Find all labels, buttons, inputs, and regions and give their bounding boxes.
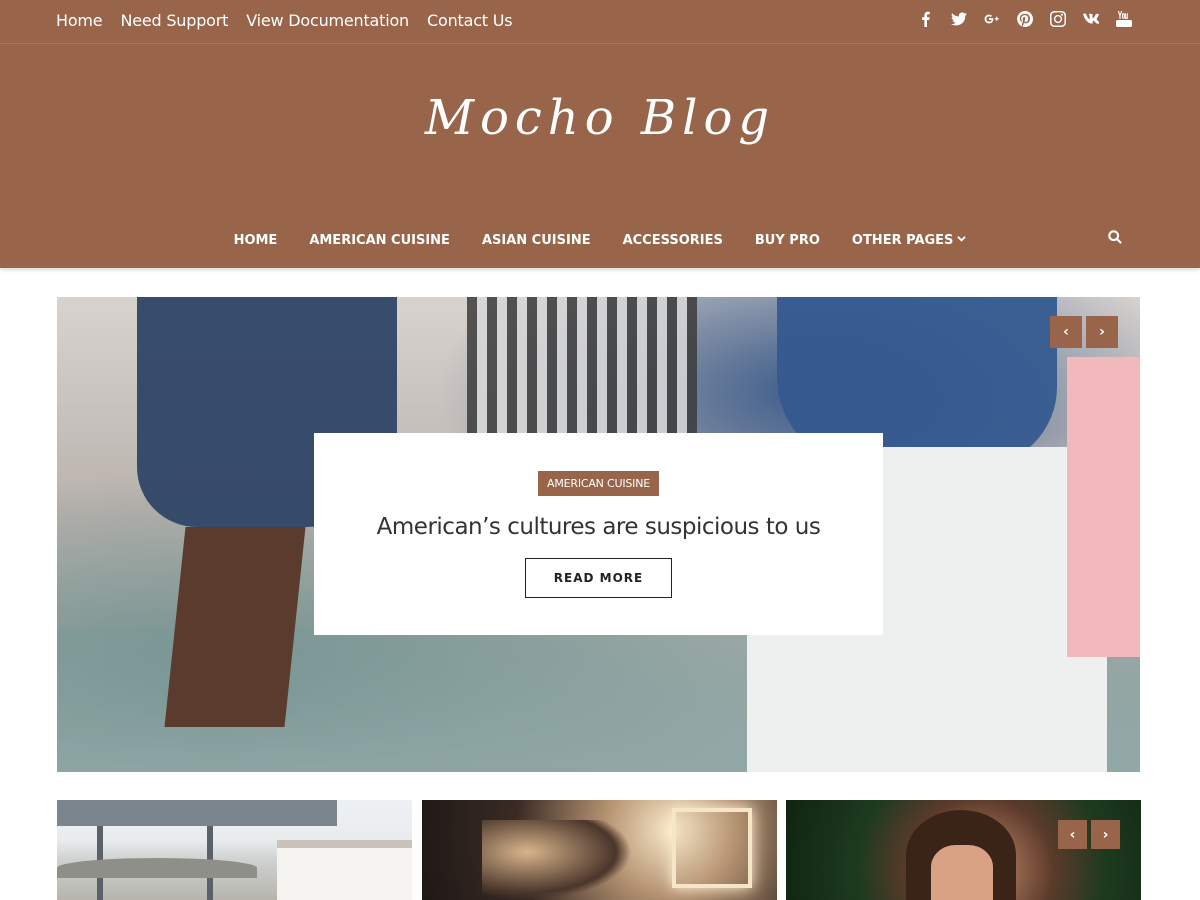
hero-image-detail [1067, 357, 1140, 657]
top-links: Home Need Support View Documentation Con… [56, 0, 513, 40]
youtube-icon[interactable] [1114, 9, 1134, 29]
site-logo[interactable]: Mocho Blog [0, 90, 1200, 146]
read-more-button[interactable]: READ MORE [524, 558, 673, 598]
post-thumbnail[interactable] [422, 800, 777, 900]
google-plus-icon[interactable] [982, 9, 1002, 29]
pinterest-icon[interactable] [1015, 9, 1035, 29]
thumbnail-detail [482, 820, 632, 900]
instagram-icon[interactable] [1048, 9, 1068, 29]
thumbnail-detail [277, 840, 412, 900]
nav-item-other-pages-label[interactable]: OTHER PAGES [852, 233, 954, 248]
main-menu: HOME AMERICAN CUISINE ASIAN CUISINE ACCE… [0, 212, 1200, 268]
thumb-next-button[interactable]: › [1091, 820, 1120, 849]
chevron-down-icon [957, 234, 967, 246]
thumbnail-detail [931, 845, 993, 900]
thumb-prev-button[interactable]: ‹ [1058, 820, 1087, 849]
social-links [916, 0, 1134, 38]
thumbnail-detail [57, 800, 337, 826]
nav-item-buy-pro[interactable]: BUY PRO [755, 233, 820, 248]
featured-post-card: AMERICAN CUISINE American’s cultures are… [314, 433, 883, 635]
nav-item-american-cuisine[interactable]: AMERICAN CUISINE [309, 233, 450, 248]
slider-next-button[interactable]: › [1086, 316, 1118, 348]
top-bar: Home Need Support View Documentation Con… [0, 0, 1200, 44]
vk-icon[interactable] [1081, 9, 1101, 29]
post-title[interactable]: American’s cultures are suspicious to us [314, 514, 883, 540]
top-link-view-documentation[interactable]: View Documentation [246, 11, 409, 30]
nav-item-accessories[interactable]: ACCESSORIES [623, 233, 723, 248]
post-thumbnail[interactable]: ‹ › [786, 800, 1141, 900]
twitter-icon[interactable] [949, 9, 969, 29]
hero-slider-arrows: ‹ › [1050, 316, 1118, 348]
site-header: Mocho Blog [0, 44, 1200, 212]
top-link-need-support[interactable]: Need Support [120, 11, 228, 30]
thumbnail-detail [672, 808, 752, 888]
nav-item-other-pages[interactable]: OTHER PAGES [852, 233, 967, 248]
main-nav: HOME AMERICAN CUISINE ASIAN CUISINE ACCE… [0, 212, 1200, 268]
thumbnail-detail [57, 858, 257, 878]
thumb-slider-arrows: ‹ › [1058, 820, 1120, 849]
post-thumbnail[interactable] [57, 800, 412, 900]
hero-image-detail [164, 527, 306, 727]
nav-item-home[interactable]: HOME [234, 233, 278, 248]
search-icon[interactable] [1108, 230, 1128, 250]
facebook-icon[interactable] [916, 9, 936, 29]
slider-prev-button[interactable]: ‹ [1050, 316, 1082, 348]
nav-item-asian-cuisine[interactable]: ASIAN CUISINE [482, 233, 591, 248]
top-link-home[interactable]: Home [56, 11, 103, 30]
post-category-badge[interactable]: AMERICAN CUISINE [538, 471, 659, 496]
hero-slider: ‹ › AMERICAN CUISINE American’s cultures… [57, 297, 1140, 772]
top-link-contact-us[interactable]: Contact Us [427, 11, 513, 30]
